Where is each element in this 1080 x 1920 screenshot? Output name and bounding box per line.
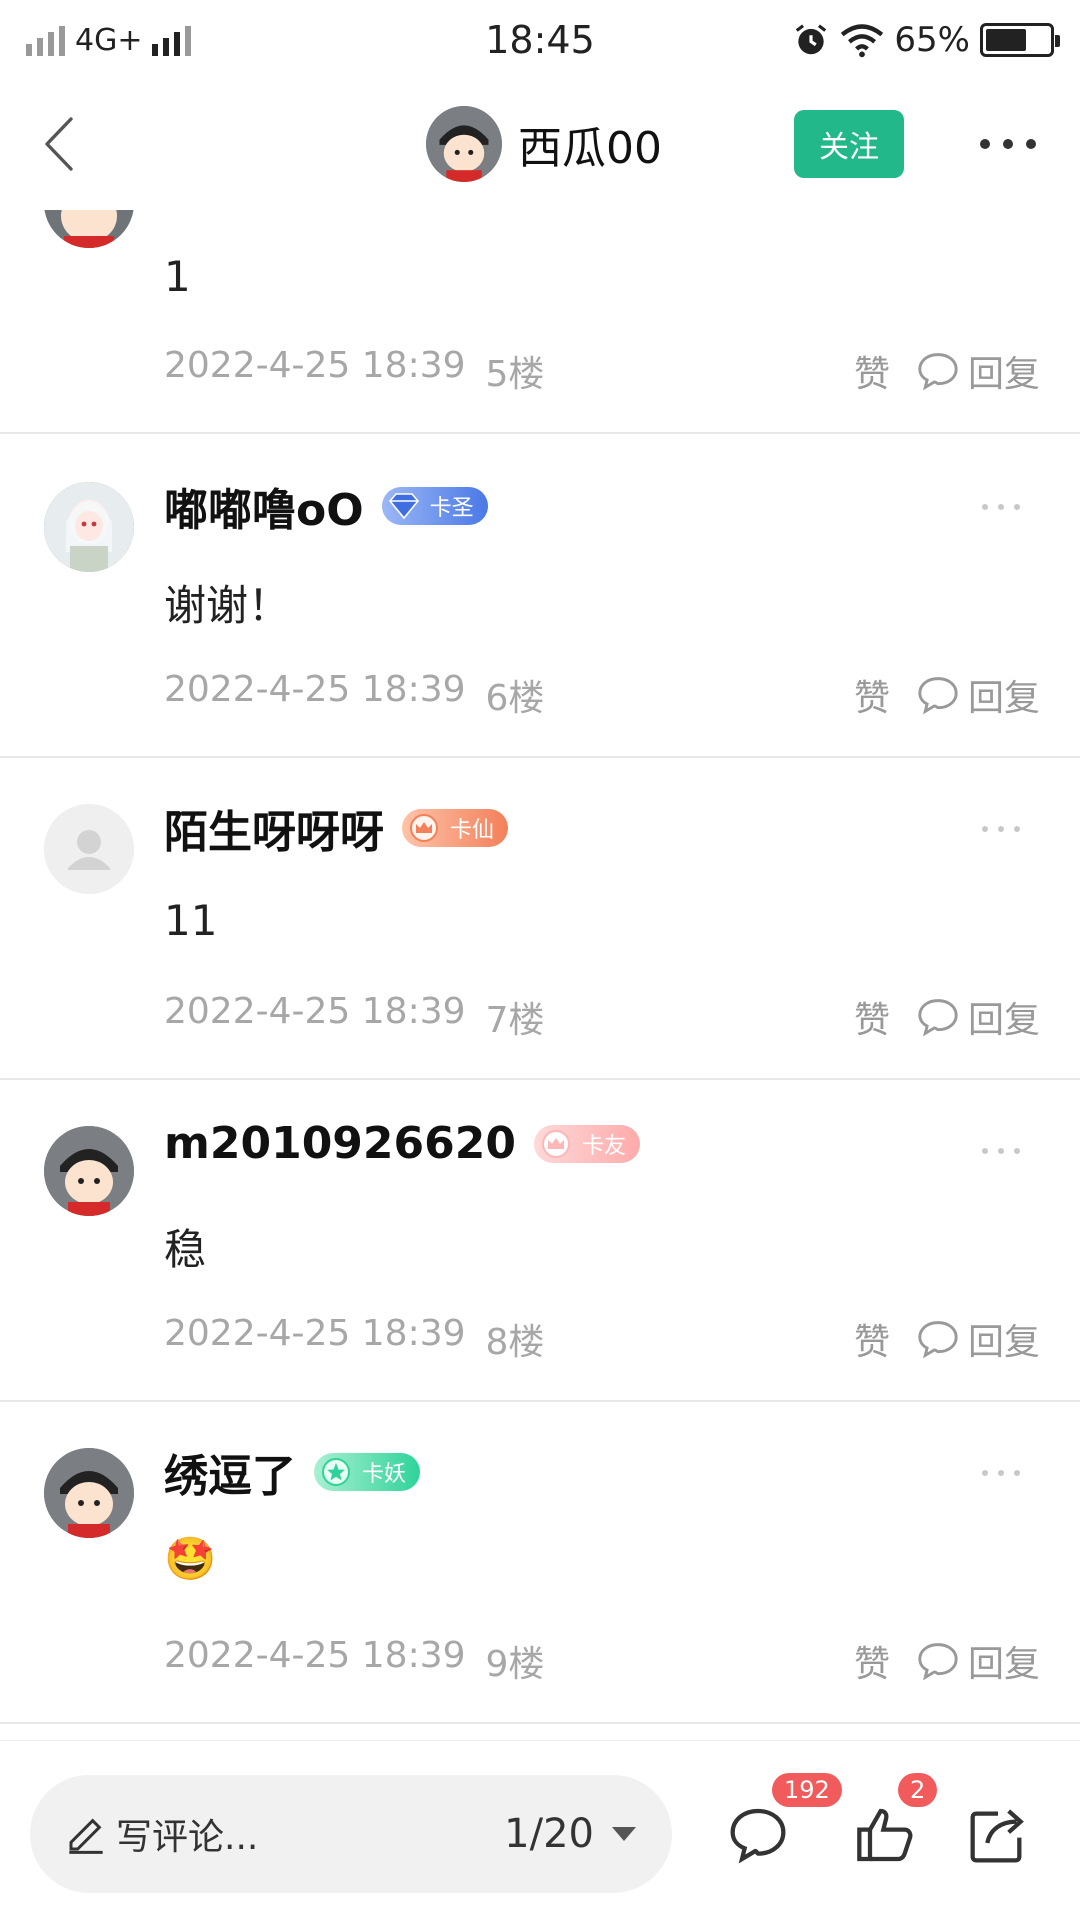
reply-button[interactable]: 回复 bbox=[916, 345, 1040, 397]
username[interactable]: 嘟嘟噜oO bbox=[164, 474, 364, 538]
avatar[interactable] bbox=[44, 1448, 134, 1538]
page-selector[interactable]: 1/20 bbox=[504, 1811, 636, 1857]
comment-time: 2022-4-25 18:39 bbox=[164, 1635, 466, 1676]
reply-label: 回复 bbox=[967, 354, 1040, 395]
thumbs-up-icon bbox=[857, 1808, 913, 1862]
more-options-icon[interactable] bbox=[982, 504, 1020, 514]
comment-content: 谢谢！ bbox=[164, 581, 291, 630]
diamond-icon bbox=[388, 493, 419, 520]
star-icon bbox=[322, 1458, 350, 1486]
reply-button[interactable]: 回复 bbox=[916, 991, 1040, 1043]
like-button[interactable]: 赞 bbox=[854, 991, 890, 1043]
bottom-bar: 写评论... 1/20 192 2 bbox=[0, 1740, 1080, 1920]
comment-header: m2010926620 卡友 bbox=[164, 1118, 641, 1169]
comment-header: 嘟嘟噜oO 卡圣 bbox=[164, 474, 488, 538]
comment-content: 11 bbox=[164, 896, 218, 945]
badge-label: 卡妖 bbox=[362, 1462, 407, 1487]
speech-bubble-icon bbox=[918, 1321, 958, 1359]
default-user-icon bbox=[44, 804, 134, 894]
comment-floor: 8楼 bbox=[485, 1322, 545, 1363]
reply-label: 回复 bbox=[967, 678, 1040, 719]
comment-floor: 7楼 bbox=[485, 1000, 545, 1041]
divider bbox=[0, 1722, 1080, 1724]
author-avatar[interactable] bbox=[426, 106, 502, 182]
top-nav: 西瓜00 关注 bbox=[0, 80, 1080, 210]
crown-icon bbox=[542, 1129, 570, 1158]
follow-button[interactable]: 关注 bbox=[794, 110, 904, 178]
author-info[interactable]: 西瓜00 bbox=[426, 106, 662, 182]
more-options-icon[interactable] bbox=[982, 1470, 1020, 1480]
badge-label: 卡圣 bbox=[429, 496, 474, 521]
reply-label: 回复 bbox=[967, 1322, 1040, 1363]
level-badge: 卡友 bbox=[534, 1124, 641, 1163]
crown-icon bbox=[410, 814, 438, 842]
like-button[interactable]: 赞 bbox=[854, 345, 890, 397]
like-button[interactable]: 赞 bbox=[854, 1313, 890, 1365]
speech-bubble-icon bbox=[918, 999, 958, 1037]
like-count-badge: 2 bbox=[898, 1773, 938, 1807]
reply-button[interactable]: 回复 bbox=[916, 1635, 1040, 1687]
comment-meta: 2022-4-25 18:39 7楼 赞 回复 bbox=[164, 991, 1040, 1043]
comments-button[interactable]: 192 bbox=[726, 1773, 842, 1867]
comment-icon bbox=[730, 1808, 786, 1864]
like-button[interactable]: 赞 bbox=[854, 1635, 890, 1687]
more-options-icon[interactable] bbox=[982, 826, 1020, 836]
more-options-icon[interactable] bbox=[982, 1148, 1020, 1158]
comment-list[interactable]: 1 2022-4-25 18:39 5楼 赞 回复 嘟嘟噜oO 卡圣 谢谢！ 2… bbox=[0, 0, 1080, 1740]
reply-button[interactable]: 回复 bbox=[916, 1313, 1040, 1365]
reply-button[interactable]: 回复 bbox=[916, 669, 1040, 721]
speech-bubble-icon bbox=[918, 1643, 958, 1681]
comment-meta: 2022-4-25 18:39 8楼 赞 回复 bbox=[164, 1313, 1040, 1365]
comment-content: 🤩 bbox=[164, 1534, 217, 1583]
comment-content: 稳 bbox=[164, 1225, 207, 1274]
avatar[interactable] bbox=[44, 1126, 134, 1216]
pencil-icon bbox=[69, 1818, 103, 1854]
comment-time: 2022-4-25 18:39 bbox=[164, 669, 466, 710]
comment-floor: 9楼 bbox=[485, 1644, 545, 1685]
comment-meta: 2022-4-25 18:39 9楼 赞 回复 bbox=[164, 1635, 1040, 1687]
caret-down-icon bbox=[612, 1827, 636, 1841]
username[interactable]: 绣逗了 bbox=[164, 1440, 296, 1504]
comment-meta: 2022-4-25 18:39 5楼 赞 回复 bbox=[164, 345, 1040, 397]
like-button[interactable]: 赞 bbox=[854, 669, 890, 721]
level-badge: 卡圣 bbox=[381, 487, 488, 525]
comment-time: 2022-4-25 18:39 bbox=[164, 1313, 466, 1354]
comment-header: 陌生呀呀呀 卡仙 bbox=[164, 796, 509, 860]
username[interactable]: m2010926620 bbox=[164, 1118, 516, 1169]
comment-time: 2022-4-25 18:39 bbox=[164, 345, 466, 386]
reply-label: 回复 bbox=[967, 1644, 1040, 1685]
divider bbox=[0, 1078, 1080, 1080]
badge-label: 卡友 bbox=[582, 1133, 627, 1159]
divider bbox=[0, 1400, 1080, 1402]
avatar[interactable] bbox=[44, 482, 134, 572]
share-icon bbox=[970, 1809, 1024, 1863]
back-button[interactable] bbox=[28, 114, 88, 174]
comment-content: 1 bbox=[164, 252, 191, 301]
comment-time: 2022-4-25 18:39 bbox=[164, 991, 466, 1032]
page-title: 西瓜00 bbox=[518, 123, 662, 174]
comment-composer[interactable]: 写评论... 1/20 bbox=[30, 1775, 672, 1893]
comment-floor: 5楼 bbox=[485, 354, 545, 395]
chevron-left-icon bbox=[45, 117, 73, 171]
divider bbox=[0, 756, 1080, 758]
page-indicator: 1/20 bbox=[504, 1811, 594, 1857]
comment-floor: 6楼 bbox=[485, 678, 545, 719]
comment-header: 绣逗了 卡妖 bbox=[164, 1440, 421, 1504]
comment-placeholder: 写评论... bbox=[116, 1817, 259, 1858]
badge-label: 卡仙 bbox=[450, 818, 495, 843]
more-menu-icon[interactable] bbox=[980, 124, 1036, 164]
comment-meta: 2022-4-25 18:39 6楼 赞 回复 bbox=[164, 669, 1040, 721]
comment-count-badge: 192 bbox=[772, 1773, 842, 1807]
level-badge: 卡妖 bbox=[314, 1453, 421, 1491]
level-badge: 卡仙 bbox=[402, 809, 509, 847]
like-post-button[interactable]: 2 bbox=[854, 1773, 938, 1867]
username[interactable]: 陌生呀呀呀 bbox=[164, 796, 384, 860]
speech-bubble-icon bbox=[918, 353, 958, 391]
share-button[interactable] bbox=[966, 1803, 1030, 1867]
reply-label: 回复 bbox=[967, 1000, 1040, 1041]
divider bbox=[0, 432, 1080, 434]
avatar[interactable] bbox=[44, 804, 134, 894]
speech-bubble-icon bbox=[918, 677, 958, 715]
